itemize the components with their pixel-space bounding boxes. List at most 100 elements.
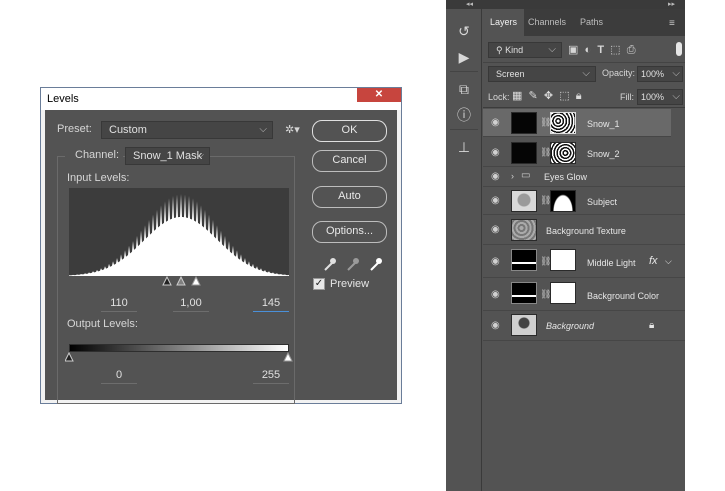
preview-checkbox[interactable]: ✓ [313, 278, 325, 290]
eye-icon[interactable]: ◉ [491, 256, 503, 268]
smartobject-filter-icon[interactable]: ⎙ [627, 44, 636, 56]
ok-button[interactable]: OK [312, 120, 387, 142]
tab-paths[interactable]: Paths [573, 9, 610, 36]
layer-row-subject[interactable]: ◉ ⛓ Subject [483, 187, 685, 215]
panel-menu-icon[interactable]: ≡ [669, 18, 675, 29]
layer-name: Snow_1 [587, 119, 620, 129]
channel-select[interactable]: Snow_1 Mask ⌵ [125, 147, 210, 165]
lock-label: Lock: [488, 92, 510, 102]
clone-source-icon[interactable]: ⊥ [454, 137, 474, 157]
lock-all-icon[interactable]: 🔒︎ [576, 90, 582, 102]
fill-field[interactable]: 100% ⌵ [637, 89, 683, 105]
input-white-field[interactable]: 145 [253, 296, 289, 312]
layer-mask-thumbnail[interactable] [550, 142, 576, 164]
blend-mode-value: Screen [496, 69, 525, 79]
histogram [69, 188, 289, 276]
kind-filter-select[interactable]: ⚲ Kind ⌵ [488, 42, 562, 58]
opacity-label: Opacity: [602, 68, 636, 78]
preset-select[interactable]: Custom ⌵ [101, 121, 273, 139]
fill-value: 100% [641, 92, 665, 102]
panel-tabbar: Layers Channels Paths ≡ [483, 9, 685, 36]
history-icon[interactable]: ↺ [454, 21, 474, 41]
input-gamma-field[interactable]: 1,00 [173, 296, 209, 312]
lock-artboard-icon[interactable]: ⬚ [559, 90, 569, 102]
channel-label: Channel: [65, 149, 124, 161]
layer-mask-thumbnail[interactable] [550, 249, 576, 271]
chevron-down-icon: ⌵ [196, 150, 204, 161]
layer-row-middle-light[interactable]: ◉ ⛓ Middle Light fx ⌵ [483, 245, 685, 278]
expand-icon[interactable]: ▸▸ [668, 0, 675, 8]
output-levels-label: Output Levels: [67, 318, 138, 330]
output-white-field[interactable]: 255 [253, 368, 289, 384]
fx-icon[interactable]: fx [649, 255, 658, 267]
eye-icon[interactable]: ◉ [491, 147, 503, 159]
auto-button[interactable]: Auto [312, 186, 387, 208]
layer-row-background-texture[interactable]: ◉ Background Texture [483, 215, 685, 245]
eye-icon[interactable]: ◉ [491, 117, 503, 129]
lock-icons: ▦ ✎ ✥ ⬚ 🔒︎ [512, 89, 607, 103]
layer-mask-thumbnail[interactable] [550, 190, 576, 212]
eye-icon[interactable]: ◉ [491, 195, 503, 207]
layer-row-snow-1[interactable]: ◉ ⛓ Snow_1 [483, 109, 671, 137]
levels-dialog: Levels ✕ Preset: Custom ⌵ ✲▾ Channel: Sn… [40, 87, 402, 404]
cancel-button[interactable]: Cancel [312, 150, 387, 172]
layer-mask-thumbnail[interactable] [550, 282, 576, 304]
eye-icon[interactable]: ◉ [491, 171, 503, 183]
output-white-handle [283, 351, 293, 362]
output-black-field[interactable]: 0 [101, 368, 137, 384]
properties-icon[interactable]: ⧉ [454, 79, 474, 99]
layer-name: Background Texture [546, 226, 626, 236]
adjustment-filter-icon[interactable]: ◐ [585, 44, 592, 56]
black-eyedropper-icon [324, 258, 336, 271]
tab-channels[interactable]: Channels [521, 9, 573, 36]
opacity-value: 100% [641, 69, 665, 79]
shape-filter-icon[interactable]: ⬚ [610, 44, 620, 56]
chevron-down-icon[interactable]: ⌵ [665, 256, 672, 267]
kind-label: Kind [505, 45, 524, 55]
pixel-filter-icon[interactable]: ▣ [568, 44, 578, 56]
output-slider-track[interactable] [64, 351, 293, 364]
panel-top-strip: ◂◂ ▸▸ [446, 0, 685, 9]
preview-label: Preview [330, 278, 370, 290]
eye-icon[interactable]: ◉ [491, 224, 503, 236]
chevron-right-icon[interactable]: › [511, 171, 514, 181]
tab-layers[interactable]: Layers [483, 9, 525, 36]
layer-row-background[interactable]: ◉ Background 🔒︎ [483, 311, 685, 341]
filter-icons: ▣ ◐ T ⬚ ⎙ [568, 42, 680, 58]
input-slider-track[interactable] [69, 275, 289, 288]
chevron-down-icon: ⌵ [672, 68, 680, 79]
eye-icon[interactable]: ◉ [491, 320, 503, 332]
dialog-titlebar[interactable]: Levels ✕ [41, 88, 401, 110]
close-icon: ✕ [374, 89, 384, 100]
eyedropper-group [320, 256, 390, 272]
panel-dock-strip: ↺ ▶ ⧉ ⓘ ⊥ [446, 9, 482, 491]
fill-label: Fill: [620, 92, 634, 102]
options-button[interactable]: Options... [312, 221, 387, 243]
layer-name: Subject [587, 197, 618, 207]
info-icon[interactable]: ⓘ [454, 105, 474, 125]
collapse-icon[interactable]: ◂◂ [466, 0, 473, 8]
blend-mode-select[interactable]: Screen ⌵ [488, 66, 596, 82]
layer-group-eyes-glow[interactable]: ◉ › ▭ Eyes Glow [483, 167, 685, 187]
type-filter-icon[interactable]: T [597, 44, 604, 56]
dialog-title: Levels [47, 93, 79, 105]
lock-pixels-icon[interactable]: ✎ [529, 90, 538, 102]
gear-icon[interactable]: ✲▾ [285, 123, 300, 136]
layer-row-background-color[interactable]: ◉ ⛓ Background Color [483, 278, 685, 311]
play-action-icon[interactable]: ▶ [454, 47, 474, 67]
eye-icon[interactable]: ◉ [491, 289, 503, 301]
opacity-field[interactable]: 100% ⌵ [637, 66, 683, 82]
lock-transparent-icon[interactable]: ▦ [512, 90, 522, 102]
input-black-field[interactable]: 110 [101, 296, 137, 312]
output-gradient [69, 344, 289, 352]
close-button[interactable]: ✕ [357, 88, 401, 102]
preset-value: Custom [109, 124, 147, 136]
preset-label: Preset: [57, 123, 92, 135]
lock-position-icon[interactable]: ✥ [544, 90, 553, 102]
filter-toggle[interactable] [676, 42, 682, 56]
layer-name: Middle Light [587, 258, 636, 268]
layer-name: Background Color [587, 291, 660, 301]
layer-row-snow-2[interactable]: ◉ ⛓ Snow_2 [483, 139, 685, 167]
layer-thumbnail [511, 282, 537, 304]
layer-mask-thumbnail[interactable] [550, 112, 576, 134]
